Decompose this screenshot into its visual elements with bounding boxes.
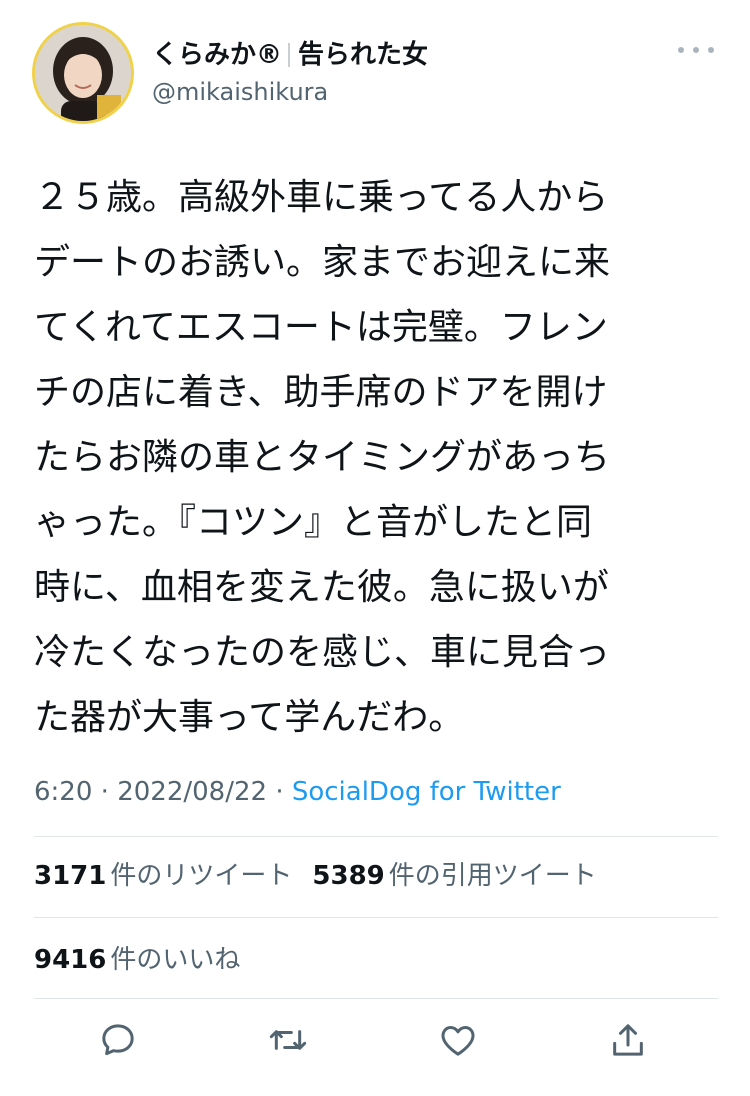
- likes-stat[interactable]: 9416 件のいいね: [34, 945, 260, 975]
- display-name-suffix: 告られた女: [298, 40, 429, 70]
- meta-separator: ·: [275, 777, 284, 807]
- retweets-count: 3171: [34, 861, 107, 891]
- avatar-photo: [35, 25, 131, 121]
- tweet-source-link[interactable]: SocialDog for Twitter: [292, 777, 561, 807]
- share-button[interactable]: [606, 1018, 650, 1062]
- like-button[interactable]: [436, 1018, 480, 1062]
- reply-button[interactable]: [96, 1018, 140, 1062]
- quotes-label: 件の引用ツイート: [388, 861, 597, 891]
- retweet-button[interactable]: [266, 1018, 310, 1062]
- likes-count: 9416: [34, 945, 107, 975]
- display-name-main: くらみか®: [152, 40, 283, 70]
- retweet-arrows-icon: [269, 1030, 307, 1050]
- stats-row-likes: 9416 件のいいね: [34, 942, 260, 978]
- divider: [34, 917, 718, 918]
- user-handle[interactable]: @mikaishikura: [152, 76, 328, 108]
- reply-bubble-icon: [102, 1024, 134, 1056]
- tweet-header: くらみか® 告られた女 @mikaishikura: [32, 20, 722, 130]
- quotes-count: 5389: [312, 861, 385, 891]
- divider: [34, 836, 718, 837]
- quotes-stat[interactable]: 5389 件の引用ツイート: [312, 861, 616, 891]
- tweet-meta: 6:20 · 2022/08/22 · SocialDog for Twitte…: [34, 774, 561, 810]
- retweets-label: 件のリツイート: [110, 861, 293, 891]
- share-upload-icon: [613, 1024, 643, 1056]
- tweet-time[interactable]: 6:20: [34, 777, 92, 807]
- heart-icon: [441, 1026, 475, 1056]
- tweet-text: ２５歳。高級外車に乗ってる人から デートのお誘い。家までお迎えに来 てくれてエス…: [34, 177, 611, 738]
- stats-row-retweets: 3171 件のリツイート 5389 件の引用ツイート: [34, 858, 617, 894]
- action-bar: [0, 1018, 750, 1068]
- retweets-stat[interactable]: 3171 件のリツイート: [34, 861, 312, 891]
- tweet-date[interactable]: 2022/08/22: [117, 777, 267, 807]
- display-name[interactable]: くらみか® 告られた女: [152, 38, 428, 72]
- avatar[interactable]: [32, 22, 134, 124]
- likes-label: 件のいいね: [110, 945, 241, 975]
- meta-separator: ·: [100, 777, 109, 807]
- name-separator: [288, 43, 291, 67]
- more-dots-icon[interactable]: [678, 40, 714, 60]
- divider: [34, 998, 718, 999]
